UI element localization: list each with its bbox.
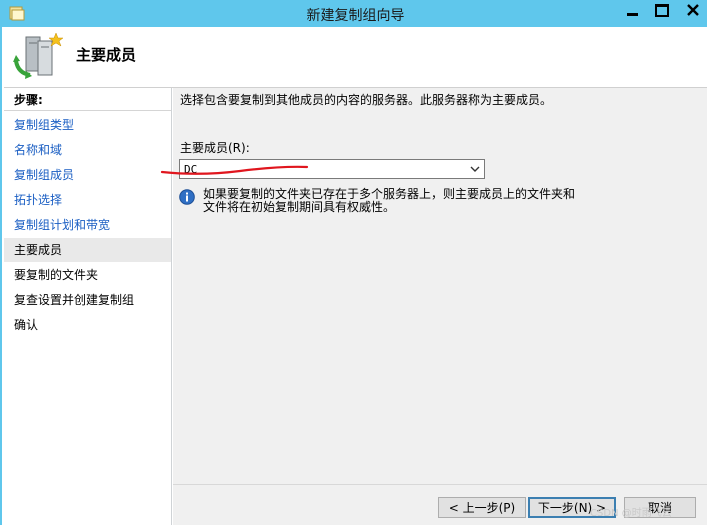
info-icon bbox=[179, 189, 195, 205]
steps-heading: 步骤: bbox=[14, 93, 43, 107]
info-text-line-2: 文件将在初始复制期间具有权威性。 bbox=[203, 200, 396, 214]
close-icon bbox=[687, 4, 699, 16]
step-folders-to-replicate: 要复制的文件夹 bbox=[14, 268, 99, 282]
title-bar[interactable]: 新建复制组向导 bbox=[2, 0, 707, 27]
step-confirmation: 确认 bbox=[14, 318, 39, 332]
page-description: 选择包含要复制到其他成员的内容的服务器。此服务器称为主要成员。 bbox=[180, 93, 553, 107]
step-group-members[interactable]: 复制组成员 bbox=[4, 163, 171, 187]
wizard-window: 新建复制组向导 主要成员 步骤: 复制组类型 名称和域 复制组成员 拓扑选择 复… bbox=[0, 0, 707, 525]
maximize-button[interactable] bbox=[648, 0, 675, 20]
info-text: 如果要复制的文件夹已存在于多个服务器上，则主要成员上的文件夹和 文件将在初始复制… bbox=[203, 188, 603, 214]
replication-server-icon bbox=[13, 32, 64, 79]
main-panel: 选择包含要复制到其他成员的内容的服务器。此服务器称为主要成员。 主要成员(R):… bbox=[173, 88, 707, 525]
step-schedule-bandwidth[interactable]: 复制组计划和带宽 bbox=[4, 213, 171, 237]
step-primary-member: 主要成员 bbox=[4, 238, 171, 262]
chevron-down-icon bbox=[470, 166, 480, 172]
close-button[interactable] bbox=[677, 0, 707, 20]
watermark: CSDN @时雨飞云 bbox=[590, 508, 672, 519]
wizard-header: 主要成员 bbox=[4, 27, 707, 88]
minimize-icon bbox=[627, 12, 638, 16]
step-replication-group-type[interactable]: 复制组类型 bbox=[4, 113, 171, 137]
red-annotation-stroke bbox=[160, 165, 309, 175]
step-name-and-domain[interactable]: 名称和域 bbox=[4, 138, 171, 162]
steps-sidebar: 步骤: 复制组类型 名称和域 复制组成员 拓扑选择 复制组计划和带宽 主要成员 … bbox=[4, 88, 172, 525]
step-topology[interactable]: 拓扑选择 bbox=[4, 188, 171, 212]
minimize-button[interactable] bbox=[619, 0, 646, 20]
divider bbox=[4, 110, 171, 111]
step-review-settings: 复查设置并创建复制组 bbox=[14, 293, 135, 307]
page-title: 主要成员 bbox=[76, 46, 137, 64]
footer-divider bbox=[173, 484, 707, 485]
back-button[interactable]: < 上一步(P) bbox=[438, 497, 526, 518]
window-title: 新建复制组向导 bbox=[306, 8, 405, 24]
primary-member-label: 主要成员(R): bbox=[180, 141, 250, 155]
maximize-icon bbox=[654, 3, 669, 17]
